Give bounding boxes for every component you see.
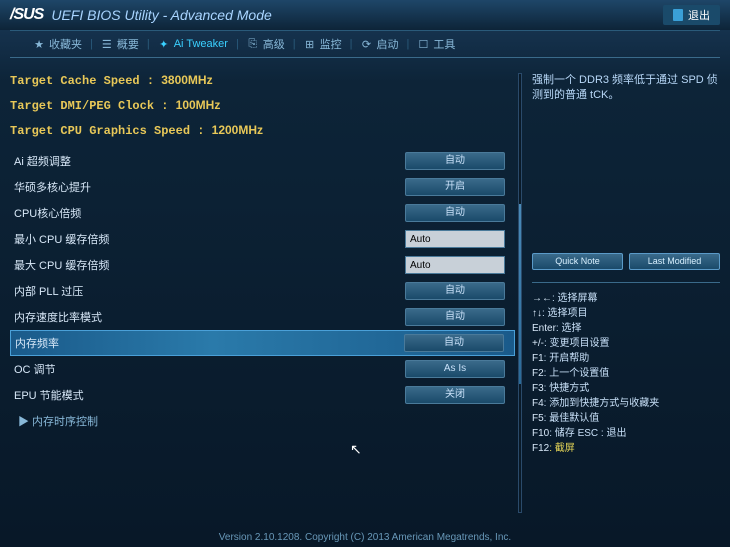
setting-value-select[interactable]: 自动 — [405, 308, 505, 326]
setting-value-input[interactable] — [405, 230, 505, 248]
key-hints: →←: 选择屏幕↑↓: 选择项目Enter: 选择+/-: 变更项目设置F1: … — [532, 291, 720, 456]
setting-row[interactable]: 内存速度比率模式自动 — [10, 304, 515, 330]
hint-line: +/-: 变更项目设置 — [532, 336, 720, 351]
mouse-cursor: ↖ — [350, 441, 362, 458]
footer: Version 2.10.1208. Copyright (C) 2013 Am… — [0, 532, 730, 543]
exit-button[interactable]: 退出 — [663, 5, 720, 25]
main-area: Target Cache Speed : 3800MHz Target DMI/P… — [0, 58, 730, 518]
hint-line: →←: 选择屏幕 — [532, 291, 720, 306]
tab-label: 工具 — [433, 36, 455, 52]
setting-value-select[interactable]: As Is — [405, 360, 505, 378]
setting-label: 内存速度比率模式 — [14, 309, 405, 325]
setting-row[interactable]: OC 调节As Is — [10, 356, 515, 382]
tab-收藏夹[interactable]: ★ 收藏夹 — [25, 36, 90, 52]
tab-label: 启动 — [377, 36, 399, 52]
setting-row[interactable]: ▶ 内存时序控制 — [10, 408, 515, 434]
setting-label: Ai 超频调整 — [14, 153, 405, 169]
settings-list: Ai 超频调整自动华硕多核心提升开启CPU核心倍频自动最小 CPU 缓存倍频最大… — [10, 148, 515, 434]
tab-icon: ⟳ — [361, 38, 373, 51]
tab-icon: ⊞ — [304, 38, 316, 51]
hint-line: F4: 添加到快捷方式与收藏夹 — [532, 396, 720, 411]
setting-value-input[interactable] — [405, 256, 505, 274]
setting-label: 华硕多核心提升 — [14, 179, 405, 195]
tab-监控[interactable]: ⊞ 监控 — [296, 36, 350, 52]
setting-label: CPU核心倍频 — [14, 205, 405, 221]
setting-label: 最小 CPU 缓存倍频 — [14, 231, 405, 247]
setting-row[interactable]: CPU核心倍频自动 — [10, 200, 515, 226]
last-modified-button[interactable]: Last Modified — [629, 253, 720, 270]
hint-line: F1: 开启帮助 — [532, 351, 720, 366]
setting-label: 内部 PLL 过压 — [14, 283, 405, 299]
info-block: Target Cache Speed : 3800MHz Target DMI/P… — [10, 73, 515, 138]
settings-panel: Target Cache Speed : 3800MHz Target DMI/P… — [10, 73, 520, 513]
setting-row[interactable]: EPU 节能模式关闭 — [10, 382, 515, 408]
tab-icon: ☐ — [417, 38, 429, 51]
setting-value-select[interactable]: 自动 — [405, 204, 505, 222]
header: /SUS UEFI BIOS Utility - Advanced Mode 退… — [0, 0, 730, 30]
setting-value-select[interactable]: 自动 — [405, 152, 505, 170]
tab-label: 收藏夹 — [49, 36, 82, 52]
setting-row[interactable]: 华硕多核心提升开启 — [10, 174, 515, 200]
tab-工具[interactable]: ☐ 工具 — [409, 36, 463, 52]
setting-row[interactable]: 内部 PLL 过压自动 — [10, 278, 515, 304]
hint-line: F12: 截屏 — [532, 441, 720, 456]
tab-icon: ★ — [33, 38, 45, 51]
setting-label: EPU 节能模式 — [14, 387, 405, 403]
info-line: Target CPU Graphics Speed : 1200MHz — [10, 123, 515, 138]
tab-Ai Tweaker[interactable]: ✦ Ai Tweaker — [150, 38, 236, 51]
tab-label: Ai Tweaker — [174, 38, 228, 50]
tab-label: 高级 — [263, 36, 285, 52]
app-title: UEFI BIOS Utility - Advanced Mode — [51, 7, 271, 23]
setting-value-select[interactable]: 关闭 — [405, 386, 505, 404]
info-line: Target Cache Speed : 3800MHz — [10, 73, 515, 88]
tab-icon: ⎘ — [247, 38, 259, 51]
exit-icon — [673, 9, 683, 21]
setting-row[interactable]: Ai 超频调整自动 — [10, 148, 515, 174]
help-text: 强制一个 DDR3 频率低于通过 SPD 侦测到的普通 tCK。 — [532, 73, 720, 103]
hint-line: Enter: 选择 — [532, 321, 720, 336]
setting-value-select[interactable]: 自动 — [404, 334, 504, 352]
tab-label: 监控 — [320, 36, 342, 52]
hint-line: F10: 储存 ESC : 退出 — [532, 426, 720, 441]
help-panel: 强制一个 DDR3 频率低于通过 SPD 侦测到的普通 tCK。 Quick N… — [520, 73, 720, 513]
setting-label: OC 调节 — [14, 361, 405, 377]
setting-row[interactable]: 内存频率自动 — [10, 330, 515, 356]
setting-row[interactable]: 最大 CPU 缓存倍频 — [10, 252, 515, 278]
quick-note-button[interactable]: Quick Note — [532, 253, 623, 270]
quick-row: Quick Note Last Modified — [532, 253, 720, 270]
hint-line: ↑↓: 选择项目 — [532, 306, 720, 321]
tab-概要[interactable]: ☰ 概要 — [93, 36, 147, 52]
info-line: Target DMI/PEG Clock : 100MHz — [10, 98, 515, 113]
tab-label: 概要 — [117, 36, 139, 52]
hint-line: F5: 最佳默认值 — [532, 411, 720, 426]
tab-icon: ✦ — [158, 38, 170, 51]
logo: /SUS — [10, 6, 43, 24]
tab-icon: ☰ — [101, 38, 113, 51]
expand-item[interactable]: ▶ 内存时序控制 — [14, 413, 98, 429]
setting-value-select[interactable]: 开启 — [405, 178, 505, 196]
tab-高级[interactable]: ⎘ 高级 — [239, 36, 293, 52]
setting-label: 最大 CPU 缓存倍频 — [14, 257, 405, 273]
setting-row[interactable]: 最小 CPU 缓存倍频 — [10, 226, 515, 252]
tabs: ★收藏夹|☰概要|✦Ai Tweaker|⎘高级|⊞监控|⟳启动|☐工具 — [10, 30, 720, 58]
setting-value-select[interactable]: 自动 — [405, 282, 505, 300]
separator — [532, 282, 720, 283]
exit-label: 退出 — [688, 7, 710, 23]
setting-label: 内存频率 — [15, 335, 404, 351]
tab-启动[interactable]: ⟳ 启动 — [353, 36, 407, 52]
hint-line: F3: 快捷方式 — [532, 381, 720, 396]
hint-line: F2: 上一个设置值 — [532, 366, 720, 381]
